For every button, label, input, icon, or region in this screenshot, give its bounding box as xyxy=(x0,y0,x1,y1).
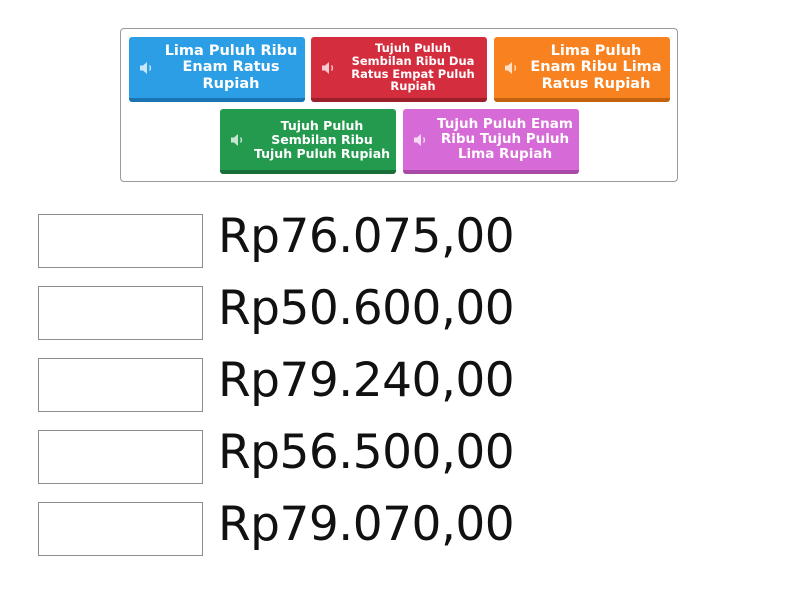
answer-tile-2[interactable]: Tujuh Puluh Sembilan Ribu Dua Ratus Empa… xyxy=(311,37,487,102)
answer-tray: Lima Puluh Ribu Enam Ratus Rupiah Tujuh … xyxy=(120,28,678,182)
answer-tile-label: Tujuh Puluh Sembilan Ribu Dua Ratus Empa… xyxy=(351,40,475,94)
answer-tile-3[interactable]: Lima Puluh Enam Ribu Lima Ratus Rupiah xyxy=(494,37,670,102)
match-up-activity: Lima Puluh Ribu Enam Ratus Rupiah Tujuh … xyxy=(0,0,800,600)
answer-tile-4[interactable]: Tujuh Puluh Sembilan Ribu Tujuh Puluh Ru… xyxy=(220,109,396,174)
target-amount-4: Rp56.500,00 xyxy=(218,425,515,480)
speaker-icon[interactable] xyxy=(403,133,435,147)
answer-tile-5[interactable]: Tujuh Puluh Enam Ribu Tujuh Puluh Lima R… xyxy=(403,109,579,174)
speaker-icon[interactable] xyxy=(129,61,161,75)
drop-slot-5[interactable] xyxy=(38,502,203,556)
target-amount-5: Rp79.070,00 xyxy=(218,497,515,552)
answer-tile-label: Lima Puluh Ribu Enam Ratus Rupiah xyxy=(164,43,298,92)
answer-tile-label: Tujuh Puluh Sembilan Ribu Tujuh Puluh Ru… xyxy=(253,117,391,161)
target-amount-1: Rp76.075,00 xyxy=(218,209,515,264)
drop-slot-4[interactable] xyxy=(38,430,203,484)
target-amount-3: Rp79.240,00 xyxy=(218,353,515,408)
answer-tile-label: Lima Puluh Enam Ribu Lima Ratus Rupiah xyxy=(530,43,662,92)
speaker-icon[interactable] xyxy=(494,61,526,75)
speaker-icon[interactable] xyxy=(311,61,343,75)
speaker-icon[interactable] xyxy=(220,133,252,147)
answer-tile-1[interactable]: Lima Puluh Ribu Enam Ratus Rupiah xyxy=(129,37,305,102)
answer-tile-label: Tujuh Puluh Enam Ribu Tujuh Puluh Lima R… xyxy=(437,115,573,163)
drop-slot-3[interactable] xyxy=(38,358,203,412)
drop-slot-2[interactable] xyxy=(38,286,203,340)
drop-slot-1[interactable] xyxy=(38,214,203,268)
target-amount-2: Rp50.600,00 xyxy=(218,281,515,336)
